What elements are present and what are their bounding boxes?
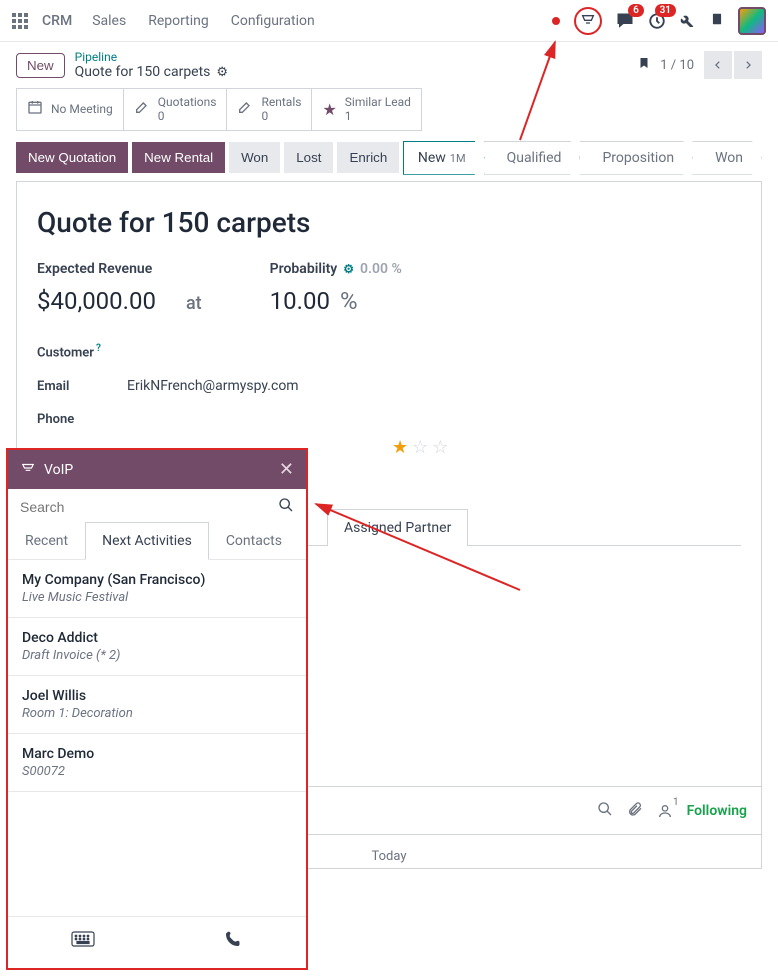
tab-assigned-partner[interactable]: Assigned Partner bbox=[327, 509, 468, 546]
followers-count: 1 bbox=[673, 797, 679, 808]
call-button[interactable] bbox=[157, 917, 306, 968]
debug-icon[interactable] bbox=[710, 11, 724, 31]
new-rental-button[interactable]: New Rental bbox=[132, 142, 225, 173]
lost-button[interactable]: Lost bbox=[284, 142, 333, 173]
keypad-button[interactable] bbox=[8, 917, 157, 968]
voip-item[interactable]: Deco Addict Draft Invoice (* 2) bbox=[8, 618, 306, 676]
messaging-badge: 6 bbox=[628, 4, 644, 17]
close-icon[interactable]: ✕ bbox=[279, 459, 294, 480]
search-icon[interactable] bbox=[278, 497, 294, 517]
percent-sign: % bbox=[340, 287, 358, 315]
pager-text[interactable]: 1 / 10 bbox=[660, 58, 694, 73]
gear-icon[interactable] bbox=[343, 262, 354, 276]
stat-quotations-button[interactable]: Quotations 0 bbox=[124, 88, 228, 131]
new-record-button[interactable]: New bbox=[16, 53, 65, 78]
won-button[interactable]: Won bbox=[229, 142, 280, 173]
enrich-button[interactable]: Enrich bbox=[337, 142, 399, 173]
voip-item-sub: Draft Invoice (* 2) bbox=[22, 648, 292, 663]
stage-qualified[interactable]: Qualified bbox=[484, 141, 581, 175]
email-value[interactable]: ErikNFrench@armyspy.com bbox=[127, 378, 299, 394]
activities-clock-icon[interactable]: 31 bbox=[648, 12, 666, 30]
stat-meeting-button[interactable]: No Meeting bbox=[16, 88, 124, 131]
pager-next-button[interactable] bbox=[734, 51, 762, 79]
priority-stars[interactable]: ★ ☆ ☆ bbox=[392, 437, 741, 458]
stage-new[interactable]: New1M bbox=[403, 141, 485, 175]
gear-icon[interactable] bbox=[216, 65, 228, 80]
voip-item-name: My Company (San Francisco) bbox=[22, 572, 292, 588]
breadcrumb-title: Quote for 150 carpets bbox=[75, 64, 211, 80]
customer-label: Customer? bbox=[37, 343, 127, 360]
expected-revenue-label: Expected Revenue bbox=[37, 261, 210, 277]
email-label: Email bbox=[37, 379, 127, 394]
voip-header: VoIP ✕ bbox=[8, 450, 306, 489]
at-label: at bbox=[186, 293, 202, 314]
menu-sales[interactable]: Sales bbox=[92, 13, 126, 29]
attachment-icon[interactable] bbox=[627, 801, 643, 821]
voip-tab-next-activities[interactable]: Next Activities bbox=[85, 522, 209, 560]
voip-tab-recent[interactable]: Recent bbox=[8, 522, 85, 560]
edit-icon bbox=[237, 99, 253, 119]
following-button[interactable]: Following bbox=[687, 803, 747, 819]
recording-indicator-icon bbox=[552, 17, 560, 25]
star-icon[interactable]: ☆ bbox=[432, 437, 448, 458]
breadcrumb-row: New Pipeline Quote for 150 carpets 1 / 1… bbox=[0, 42, 778, 88]
calendar-icon bbox=[27, 99, 43, 119]
app-brand[interactable]: CRM bbox=[42, 13, 72, 29]
voip-item[interactable]: Joel Willis Room 1: Decoration bbox=[8, 676, 306, 734]
top-nav: CRM Sales Reporting Configuration 6 31 bbox=[0, 0, 778, 42]
voip-list: My Company (San Francisco) Live Music Fe… bbox=[8, 560, 306, 916]
bookmark-icon[interactable] bbox=[638, 55, 650, 75]
action-row: New Quotation New Rental Won Lost Enrich… bbox=[0, 141, 778, 175]
probability-computed: 0.00 % bbox=[360, 261, 402, 277]
voip-title: VoIP bbox=[44, 462, 73, 478]
stat-rentals-button[interactable]: Rentals 0 bbox=[227, 88, 312, 131]
voip-search-input[interactable] bbox=[20, 499, 278, 515]
search-icon[interactable] bbox=[597, 801, 613, 821]
voip-item-sub: Live Music Festival bbox=[22, 590, 292, 605]
phone-label: Phone bbox=[37, 412, 127, 427]
voip-item-name: Joel Willis bbox=[22, 688, 292, 704]
tools-icon[interactable] bbox=[680, 11, 696, 31]
voip-search-row bbox=[8, 489, 306, 521]
stat-button-row: No Meeting Quotations 0 Rentals 0 ★ Simi… bbox=[0, 88, 778, 141]
stage-won[interactable]: Won bbox=[692, 141, 762, 175]
voip-phone-icon[interactable] bbox=[574, 7, 602, 35]
voip-widget: VoIP ✕ Recent Next Activities Contacts M… bbox=[6, 448, 308, 970]
voip-item-sub: S00072 bbox=[22, 764, 292, 779]
voip-item[interactable]: My Company (San Francisco) Live Music Fe… bbox=[8, 560, 306, 618]
voip-item-name: Deco Addict bbox=[22, 630, 292, 646]
help-icon[interactable]: ? bbox=[96, 343, 101, 354]
menu-configuration[interactable]: Configuration bbox=[231, 13, 315, 29]
messaging-icon[interactable]: 6 bbox=[616, 12, 634, 30]
expected-revenue-value[interactable]: $40,000.00 bbox=[37, 287, 156, 315]
voip-tabs: Recent Next Activities Contacts bbox=[8, 521, 306, 560]
stage-proposition[interactable]: Proposition bbox=[579, 141, 693, 175]
voip-item[interactable]: Marc Demo S00072 bbox=[8, 734, 306, 792]
breadcrumb-parent[interactable]: Pipeline bbox=[75, 50, 228, 64]
star-icon[interactable]: ★ bbox=[392, 437, 408, 458]
probability-value[interactable]: 10.00 bbox=[270, 287, 330, 315]
user-avatar[interactable] bbox=[738, 7, 766, 35]
menu-reporting[interactable]: Reporting bbox=[148, 13, 209, 29]
stage-bar: New1M Qualified Proposition Won bbox=[404, 141, 762, 175]
apps-icon[interactable] bbox=[12, 13, 28, 29]
star-icon: ★ bbox=[322, 100, 336, 119]
pager-prev-button[interactable] bbox=[704, 51, 732, 79]
record-title[interactable]: Quote for 150 carpets bbox=[37, 206, 741, 239]
stat-similar-button[interactable]: ★ Similar Lead 1 bbox=[312, 88, 421, 131]
phone-icon bbox=[20, 461, 36, 479]
voip-tab-contacts[interactable]: Contacts bbox=[209, 522, 299, 560]
new-quotation-button[interactable]: New Quotation bbox=[16, 142, 128, 173]
activities-badge: 31 bbox=[655, 4, 676, 17]
edit-icon bbox=[134, 99, 150, 119]
followers-icon[interactable]: 1 bbox=[657, 803, 673, 819]
voip-item-name: Marc Demo bbox=[22, 746, 292, 762]
star-icon[interactable]: ☆ bbox=[412, 437, 428, 458]
probability-label: Probability 0.00 % bbox=[270, 261, 402, 277]
voip-item-sub: Room 1: Decoration bbox=[22, 706, 292, 721]
voip-bottom-bar bbox=[8, 916, 306, 968]
